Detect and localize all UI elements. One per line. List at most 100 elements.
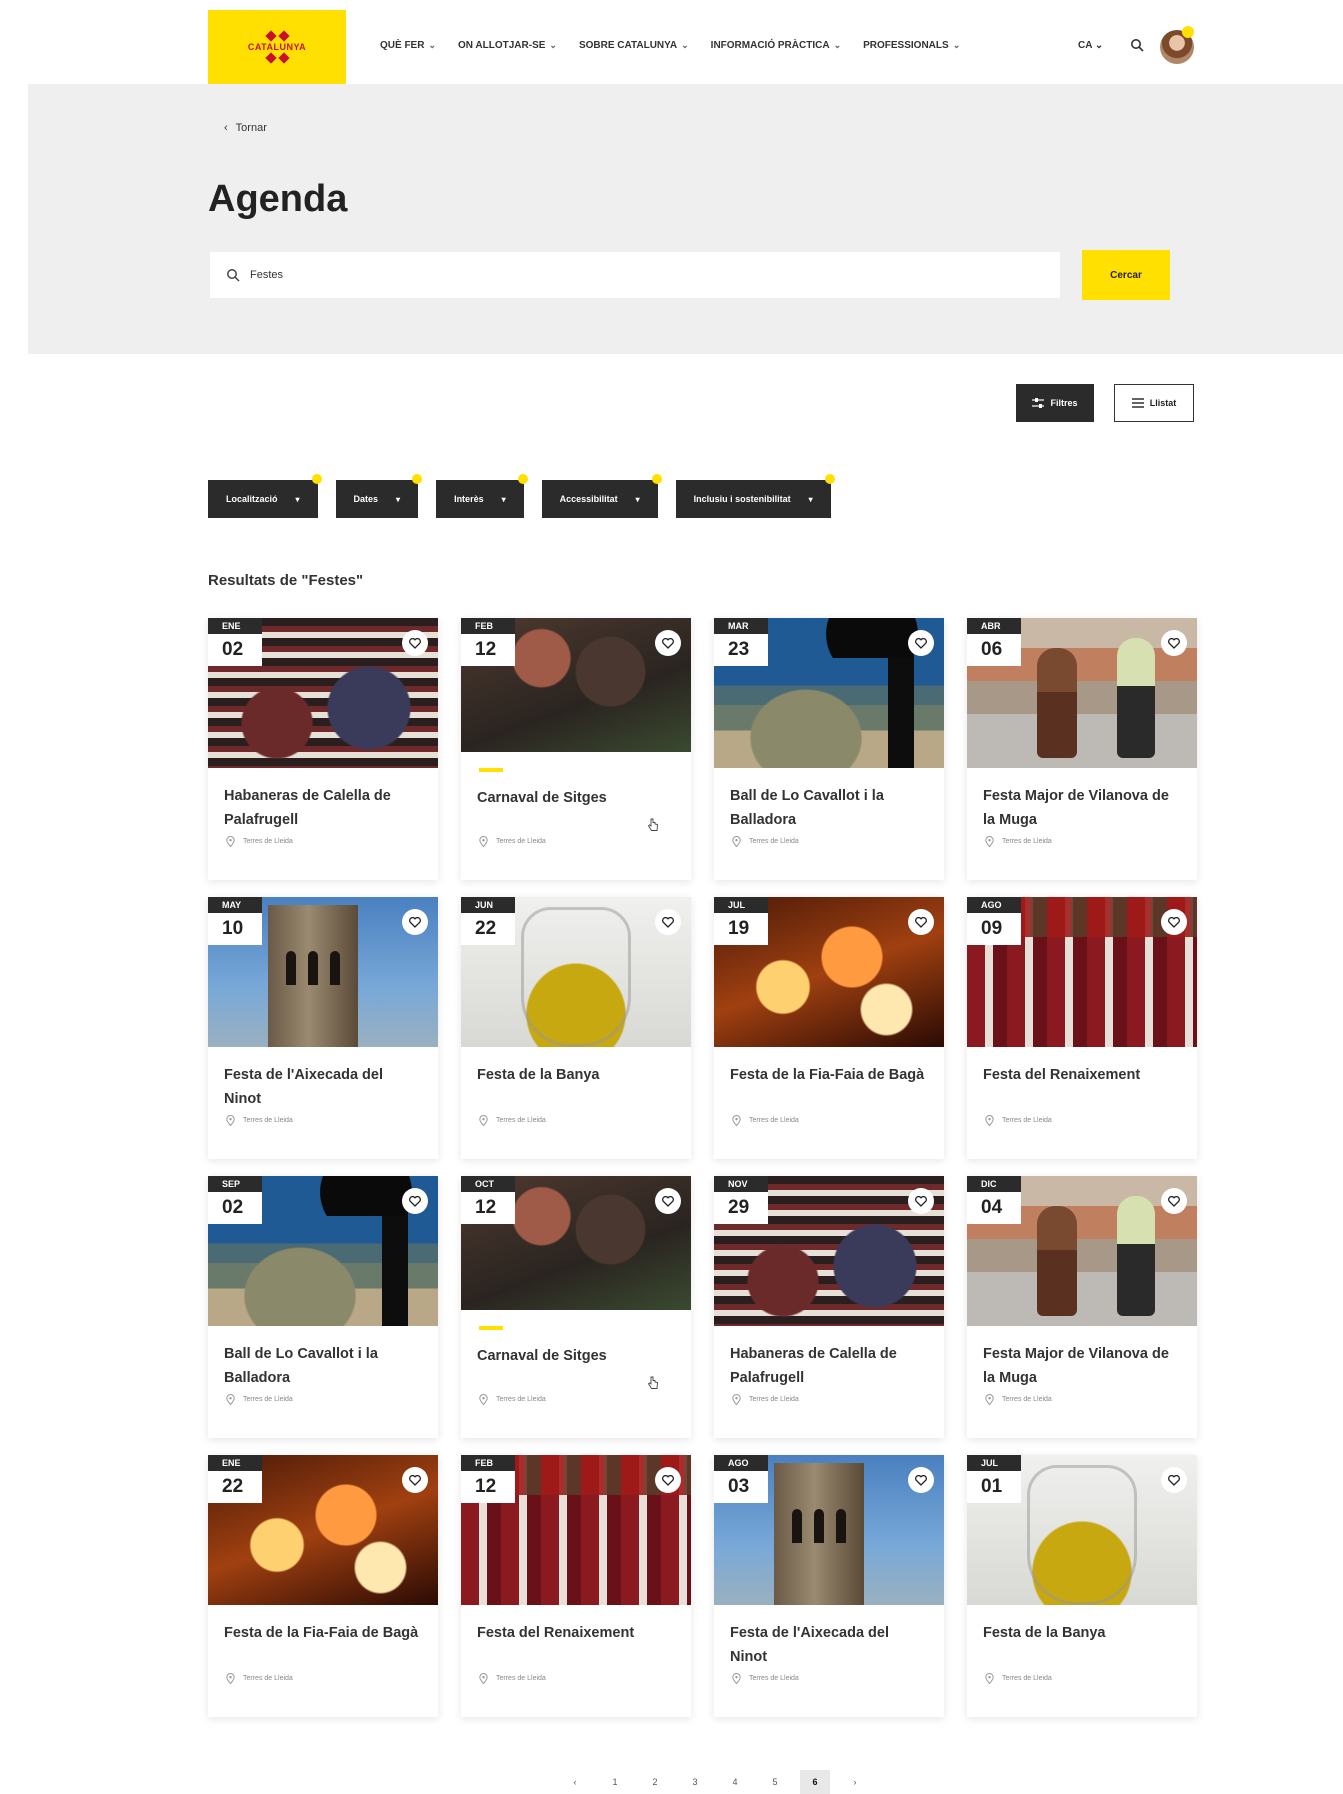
favorite-heart-icon[interactable]	[402, 630, 428, 656]
location-pin-icon	[479, 1394, 488, 1405]
favorite-heart-icon[interactable]	[1161, 1188, 1187, 1214]
hand-cursor-icon	[647, 1376, 659, 1395]
event-day: 02	[208, 1192, 262, 1224]
filter-chip-interes[interactable]: Interès ▾	[436, 474, 528, 518]
event-month: MAR	[714, 618, 768, 634]
highlight-accent-bar	[479, 1326, 503, 1330]
nav-item-que-fer[interactable]: QUÈ FER ⌄	[380, 40, 436, 51]
event-card[interactable]: AGO 09 Festa del Renaixement Terres de Llei…	[967, 897, 1197, 1159]
event-card[interactable]: AGO 03 Festa de l'Aixecada del Ninot Terres…	[714, 1455, 944, 1717]
event-card[interactable]: JUL 19 Festa de la Fia-Faia de Bagà Terres …	[714, 897, 944, 1159]
favorite-heart-icon[interactable]	[655, 1188, 681, 1214]
logo-mark-bottom-icon	[264, 52, 290, 64]
filters-toggle-button[interactable]: Filtres	[1016, 384, 1094, 422]
filter-chip-dates[interactable]: Dates ▾	[335, 474, 423, 518]
event-location: Terres de Lleida	[479, 1394, 546, 1405]
pagination-page[interactable]: 4	[720, 1770, 750, 1794]
location-pin-icon	[985, 1115, 994, 1126]
favorite-heart-icon[interactable]	[402, 1467, 428, 1493]
favorite-heart-icon[interactable]	[655, 630, 681, 656]
event-card[interactable]: FEB 12 Festa del Renaixement Terres de Llei…	[461, 1455, 691, 1717]
pagination-next[interactable]: ›	[840, 1770, 870, 1794]
catalunya-logo[interactable]: CATALUNYA	[208, 10, 346, 84]
nav-item-professionals[interactable]: PROFESSIONALS ⌄	[863, 40, 960, 51]
location-pin-icon	[479, 1673, 488, 1684]
event-location-label: Terres de Lleida	[243, 1396, 293, 1403]
event-card[interactable]: MAR 23 Ball de Lo Cavallot i la Balladora T…	[714, 618, 944, 880]
favorite-heart-icon[interactable]	[655, 909, 681, 935]
favorite-heart-icon[interactable]	[402, 1188, 428, 1214]
event-card[interactable]: JUL 01 Festa de la Banya Terres de Lleida	[967, 1455, 1197, 1717]
location-pin-icon	[479, 836, 488, 847]
event-month: AGO	[967, 897, 1021, 913]
event-grid: ENE 02 Habaneras de Calella de Palafrugell…	[208, 618, 1197, 1717]
event-card[interactable]: ENE 22 Festa de la Fia-Faia de Bagà Terres …	[208, 1455, 438, 1717]
event-card[interactable]: DIC 04 Festa Major de Vilanova de la Muga T…	[967, 1176, 1197, 1438]
event-title: Carnaval de Sitges	[477, 1348, 607, 1364]
pagination-page[interactable]: 6	[800, 1770, 830, 1794]
search-icon[interactable]	[1130, 38, 1144, 52]
favorite-heart-icon[interactable]	[908, 1467, 934, 1493]
language-selector[interactable]: CA ⌄	[1078, 40, 1103, 51]
chevron-down-icon: ⌄	[681, 40, 689, 50]
event-card[interactable]: FEB 12 Carnaval de Sitges Terres de Lleida	[461, 618, 691, 880]
logo-mark-icon	[264, 30, 290, 42]
favorite-heart-icon[interactable]	[1161, 630, 1187, 656]
pagination-page[interactable]: 3	[680, 1770, 710, 1794]
event-card[interactable]: ENE 02 Habaneras de Calella de Palafrugell…	[208, 618, 438, 880]
favorite-heart-icon[interactable]	[1161, 1467, 1187, 1493]
list-view-button[interactable]: Llistat	[1114, 384, 1194, 422]
pagination-page[interactable]: 2	[640, 1770, 670, 1794]
nav-label: QUÈ FER	[380, 40, 425, 51]
pagination-prev[interactable]: ‹	[560, 1770, 590, 1794]
event-card[interactable]: MAY 10 Festa de l'Aixecada del Ninot Terres…	[208, 897, 438, 1159]
event-month: OCT	[461, 1176, 515, 1192]
event-day: 10	[208, 913, 262, 945]
event-card[interactable]: SEP 02 Ball de Lo Cavallot i la Balladora T…	[208, 1176, 438, 1438]
event-month: FEB	[461, 1455, 515, 1471]
filter-chip-label: Dates	[353, 494, 379, 504]
favorite-heart-icon[interactable]	[402, 909, 428, 935]
filter-chip-inclusiu[interactable]: Inclusiu i sostenibilitat ▾	[675, 474, 835, 518]
chevron-down-icon: ⌄	[952, 40, 961, 50]
location-pin-icon	[732, 836, 741, 847]
nav-label: ON ALLOTJAR-SE	[458, 40, 546, 51]
event-month: JUL	[714, 897, 768, 913]
nav-label: INFORMACIÓ PRÀCTICA	[710, 40, 830, 51]
event-day: 01	[967, 1471, 1021, 1503]
site-header: CATALUNYA QUÈ FER ⌄ ON ALLOTJAR-SE ⌄ SOBRE…	[0, 0, 1343, 84]
search-input[interactable]	[250, 269, 950, 281]
event-title: Habaneras de Calella de Palafrugell	[730, 1346, 897, 1386]
event-location: Terres de Lleida	[479, 1673, 546, 1684]
event-card[interactable]: OCT 12 Carnaval de Sitges Terres de Lleida	[461, 1176, 691, 1438]
event-card[interactable]: ABR 06 Festa Major de Vilanova de la Muga T…	[967, 618, 1197, 880]
favorite-heart-icon[interactable]	[908, 630, 934, 656]
nav-item-sobre-catalunya[interactable]: SOBRE CATALUNYA ⌄	[579, 40, 689, 51]
event-location: Terres de Lleida	[732, 1673, 799, 1684]
event-day: 22	[461, 913, 515, 945]
favorite-heart-icon[interactable]	[1161, 909, 1187, 935]
filter-chip-localitzacio[interactable]: Localització ▾	[208, 474, 322, 518]
highlight-accent-bar	[479, 768, 503, 772]
event-day: 06	[967, 634, 1021, 666]
chevron-down-icon: ▾	[396, 494, 401, 504]
chevron-left-icon: ‹	[224, 122, 228, 134]
filter-chip-accessibilitat[interactable]: Accessibilitat ▾	[541, 474, 662, 518]
breadcrumb-back[interactable]: ‹ Tornar	[224, 122, 267, 134]
nav-item-on-allotjar-se[interactable]: ON ALLOTJAR-SE ⌄	[458, 40, 557, 51]
favorite-heart-icon[interactable]	[908, 909, 934, 935]
event-card[interactable]: NOV 29 Habaneras de Calella de Palafrugell…	[714, 1176, 944, 1438]
nav-item-informacio-practica[interactable]: INFORMACIÓ PRÀCTICA ⌄	[711, 40, 841, 51]
favorite-heart-icon[interactable]	[655, 1467, 681, 1493]
event-card[interactable]: JUN 22 Festa de la Banya Terres de Lleida	[461, 897, 691, 1159]
event-month: NOV	[714, 1176, 768, 1192]
event-location: Terres de Lleida	[226, 1673, 293, 1684]
filters-toggle-label: Filtres	[1050, 398, 1078, 408]
search-button[interactable]: Cercar	[1082, 250, 1170, 300]
event-title: Festa de l'Aixecada del Ninot	[224, 1067, 383, 1107]
favorite-heart-icon[interactable]	[908, 1188, 934, 1214]
event-title: Ball de Lo Cavallot i la Balladora	[730, 788, 884, 828]
pagination-page[interactable]: 5	[760, 1770, 790, 1794]
pagination-page[interactable]: 1	[600, 1770, 630, 1794]
event-month: ENE	[208, 1455, 262, 1471]
